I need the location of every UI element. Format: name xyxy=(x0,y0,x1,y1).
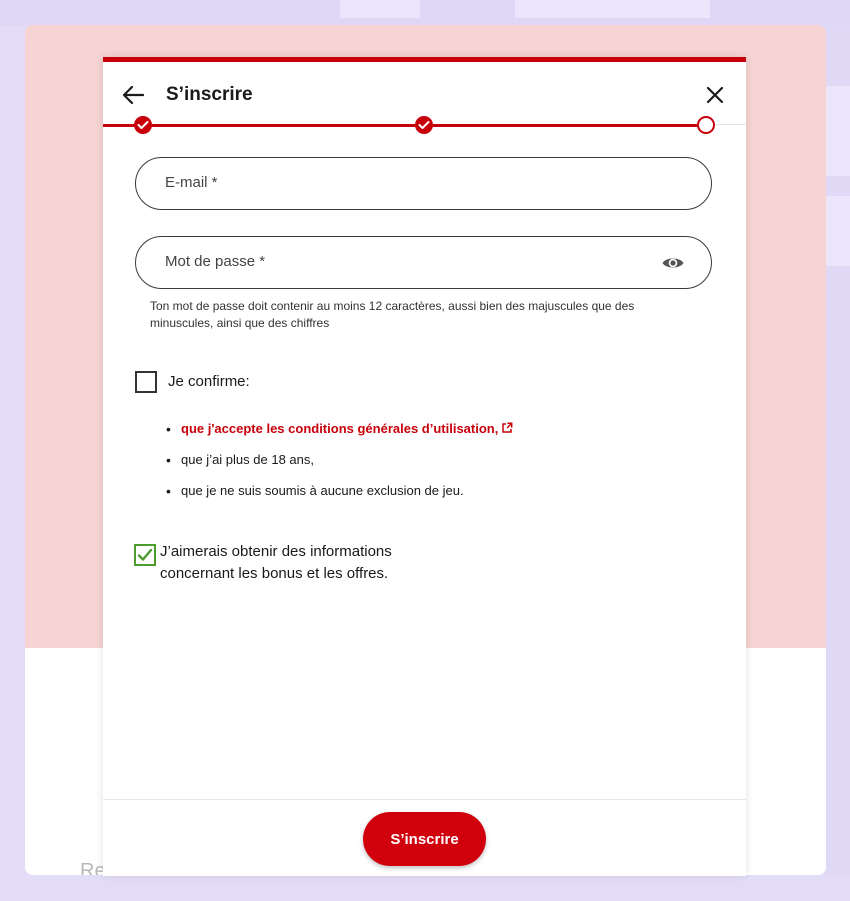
step-2-completed xyxy=(415,116,433,134)
list-item: que j’ai plus de 18 ans, xyxy=(166,450,513,481)
newsletter-label: J’aimerais obtenir des informations conc… xyxy=(160,541,392,585)
confirm-list: que j'accepte les conditions générales d… xyxy=(166,419,513,512)
background-right-strip xyxy=(824,26,850,876)
checkmark-icon xyxy=(418,121,430,129)
confirm-label: Je confirme: xyxy=(168,373,250,390)
list-item: que je ne suis soumis à aucune exclusion… xyxy=(166,481,513,512)
external-link-icon xyxy=(502,422,513,433)
background-block xyxy=(824,86,850,176)
password-label: Mot de passe * xyxy=(165,253,266,270)
background-block xyxy=(824,196,850,266)
background-page-text: Re xyxy=(80,860,106,875)
newsletter-label-line-1: J’aimerais obtenir des informations xyxy=(160,543,392,560)
show-password-button[interactable] xyxy=(661,253,685,273)
close-button[interactable] xyxy=(703,83,727,107)
modal-title: S’inscrire xyxy=(166,84,253,105)
email-field[interactable]: E-mail * xyxy=(135,157,712,210)
modal-accent-bar xyxy=(103,57,746,62)
eye-icon xyxy=(662,258,684,268)
checkmark-icon xyxy=(137,121,149,129)
terms-link[interactable]: que j'accepte les conditions générales d… xyxy=(181,421,513,436)
terms-link-text: que j'accepte les conditions générales d… xyxy=(181,421,499,436)
password-hint: Ton mot de passe doit contenir au moins … xyxy=(150,299,635,330)
arrow-left-icon xyxy=(122,85,145,105)
step-3-current xyxy=(697,116,715,134)
signup-modal: S’inscrire E-mail * Mot de passe * Ton m… xyxy=(103,57,746,876)
close-icon xyxy=(706,86,724,104)
background-top-strip xyxy=(0,0,850,26)
email-label: E-mail * xyxy=(165,174,218,191)
password-field[interactable]: Mot de passe * xyxy=(135,236,712,289)
background-block xyxy=(340,0,420,18)
background-block xyxy=(515,0,710,18)
newsletter-checkbox[interactable] xyxy=(134,544,156,566)
signup-submit-button[interactable]: S’inscrire xyxy=(363,812,486,866)
newsletter-label-line-2: concernant les bonus et les offres. xyxy=(160,565,389,582)
back-button[interactable] xyxy=(121,83,147,107)
checkmark-icon xyxy=(137,548,153,561)
list-item: que j'accepte les conditions générales d… xyxy=(166,419,513,450)
confirm-checkbox[interactable] xyxy=(135,371,157,393)
progress-stepper xyxy=(103,116,746,136)
step-1-completed xyxy=(134,116,152,134)
stepper-progress-line xyxy=(103,124,706,127)
modal-footer: S’inscrire xyxy=(103,799,746,876)
